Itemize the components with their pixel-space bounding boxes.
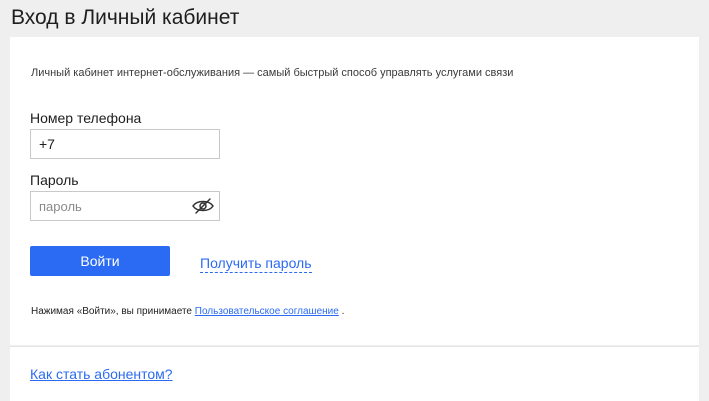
password-field-box — [30, 191, 220, 221]
user-agreement-link[interactable]: Пользовательское соглашение — [195, 306, 339, 317]
agreement-text: Нажимая «Войти», вы принимаете Пользоват… — [31, 305, 344, 318]
phone-field-box — [30, 129, 220, 159]
phone-input[interactable] — [39, 135, 187, 153]
become-subscriber-link[interactable]: Как стать абонентом? — [30, 365, 173, 383]
password-input[interactable] — [39, 197, 187, 215]
eye-slash-icon[interactable] — [191, 196, 215, 216]
agreement-suffix: . — [338, 306, 345, 317]
agreement-prefix: Нажимая «Войти», вы принимаете — [31, 306, 195, 317]
login-card: Личный кабинет интернет-обслуживания — с… — [10, 37, 699, 345]
page-title: Вход в Личный кабинет — [11, 6, 240, 29]
get-password-link[interactable]: Получить пароль — [200, 254, 312, 273]
password-label: Пароль — [30, 172, 79, 188]
card-footer: Как стать абонентом? — [10, 346, 699, 401]
phone-label: Номер телефона — [30, 110, 142, 126]
page-header: Вход в Личный кабинет — [0, 0, 709, 36]
login-subtitle: Личный кабинет интернет-обслуживания — с… — [31, 67, 514, 79]
login-button[interactable]: Войти — [30, 246, 170, 276]
